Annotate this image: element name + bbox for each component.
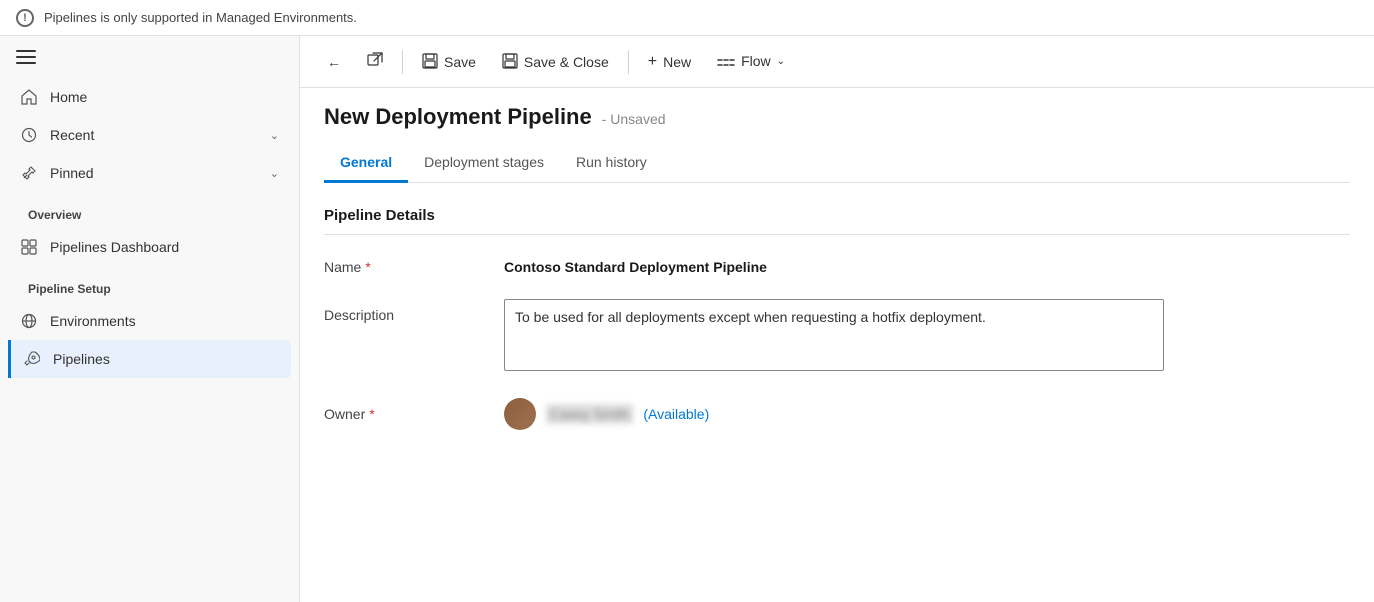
save-icon: [422, 53, 438, 71]
toolbar: ←: [300, 36, 1374, 88]
sidebar-item-pipelines-dashboard[interactable]: Pipelines Dashboard: [8, 228, 291, 266]
hamburger-menu-button[interactable]: [16, 50, 36, 64]
owner-avatar: [504, 398, 536, 430]
flow-button[interactable]: Flow ⌄: [706, 46, 796, 76]
globe-icon: [20, 312, 38, 330]
new-label: New: [663, 54, 691, 70]
recent-chevron-icon: ⌄: [270, 129, 279, 142]
sidebar-header: [0, 36, 299, 78]
name-label-text: Name: [324, 259, 361, 275]
description-form-row: Description: [324, 299, 1350, 374]
managed-environments-banner: ! Pipelines is only supported in Managed…: [0, 0, 1374, 36]
rocket-icon: [23, 350, 41, 368]
page-subtitle: - Unsaved: [602, 111, 666, 127]
warning-icon: !: [16, 9, 34, 27]
save-close-icon: [502, 53, 518, 71]
description-textarea[interactable]: [504, 299, 1164, 371]
save-label: Save: [444, 54, 476, 70]
pinned-chevron-icon: ⌄: [270, 167, 279, 180]
sidebar-item-dashboard-label: Pipelines Dashboard: [50, 239, 279, 255]
sidebar-item-pipelines[interactable]: Pipelines: [8, 340, 291, 378]
new-window-icon: [367, 52, 383, 71]
description-label: Description: [324, 299, 484, 323]
sidebar-item-home-label: Home: [50, 89, 279, 105]
pipeline-details-section-title: Pipeline Details: [324, 207, 1350, 235]
back-icon: ←: [327, 54, 341, 70]
tab-deployment-stages[interactable]: Deployment stages: [408, 146, 560, 183]
tab-general[interactable]: General: [324, 146, 408, 183]
owner-form-row: Owner * Casey Smith (Available): [324, 398, 1350, 430]
sidebar: Home Recent ⌄: [0, 36, 300, 602]
name-form-row: Name * Contoso Standard Deployment Pipel…: [324, 251, 1350, 275]
back-button[interactable]: ←: [316, 47, 352, 77]
owner-name-blurred: Casey Smith: [546, 404, 633, 424]
flow-chevron-icon: ⌄: [777, 56, 785, 67]
owner-status: (Available): [643, 406, 709, 422]
sidebar-nav: Home Recent ⌄: [0, 78, 299, 378]
owner-label-text: Owner: [324, 406, 365, 422]
owner-required-star: *: [369, 406, 374, 422]
form-content: Pipeline Details Name * Contoso Standard…: [300, 183, 1374, 602]
banner-text: Pipelines is only supported in Managed E…: [44, 10, 357, 25]
save-button[interactable]: Save: [411, 46, 487, 78]
main-content: ←: [300, 36, 1374, 602]
sidebar-item-environments-label: Environments: [50, 313, 279, 329]
overview-section-label: Overview: [8, 192, 291, 228]
owner-value-row: Casey Smith (Available): [504, 398, 709, 430]
toolbar-divider-2: [628, 50, 629, 74]
name-required-star: *: [365, 259, 370, 275]
pipeline-setup-section-label: Pipeline Setup: [8, 266, 291, 302]
description-textarea-wrapper: [504, 299, 1350, 374]
flow-icon: [717, 53, 735, 69]
owner-label: Owner *: [324, 398, 484, 422]
page-title-row: New Deployment Pipeline - Unsaved: [324, 104, 1350, 130]
sidebar-item-pinned-label: Pinned: [50, 165, 258, 181]
tabs: General Deployment stages Run history: [324, 146, 1350, 183]
page-header: New Deployment Pipeline - Unsaved Genera…: [300, 88, 1374, 183]
recent-icon: [20, 126, 38, 144]
sidebar-item-home[interactable]: Home: [8, 78, 291, 116]
sidebar-item-recent[interactable]: Recent ⌄: [8, 116, 291, 154]
flow-label: Flow: [741, 53, 771, 69]
home-icon: [20, 88, 38, 106]
save-close-label: Save & Close: [524, 54, 609, 70]
name-value: Contoso Standard Deployment Pipeline: [504, 251, 1350, 275]
tab-run-history[interactable]: Run history: [560, 146, 663, 183]
save-close-button[interactable]: Save & Close: [491, 46, 620, 78]
description-label-text: Description: [324, 307, 394, 323]
name-label: Name *: [324, 251, 484, 275]
new-button[interactable]: + New: [637, 46, 702, 78]
page-title: New Deployment Pipeline: [324, 104, 592, 130]
sidebar-item-pinned[interactable]: Pinned ⌄: [8, 154, 291, 192]
dashboard-icon: [20, 238, 38, 256]
pin-icon: [20, 164, 38, 182]
sidebar-item-environments[interactable]: Environments: [8, 302, 291, 340]
new-window-button[interactable]: [356, 45, 394, 78]
new-plus-icon: +: [648, 53, 657, 71]
sidebar-item-recent-label: Recent: [50, 127, 258, 143]
toolbar-divider-1: [402, 50, 403, 74]
sidebar-item-pipelines-label: Pipelines: [53, 351, 279, 367]
